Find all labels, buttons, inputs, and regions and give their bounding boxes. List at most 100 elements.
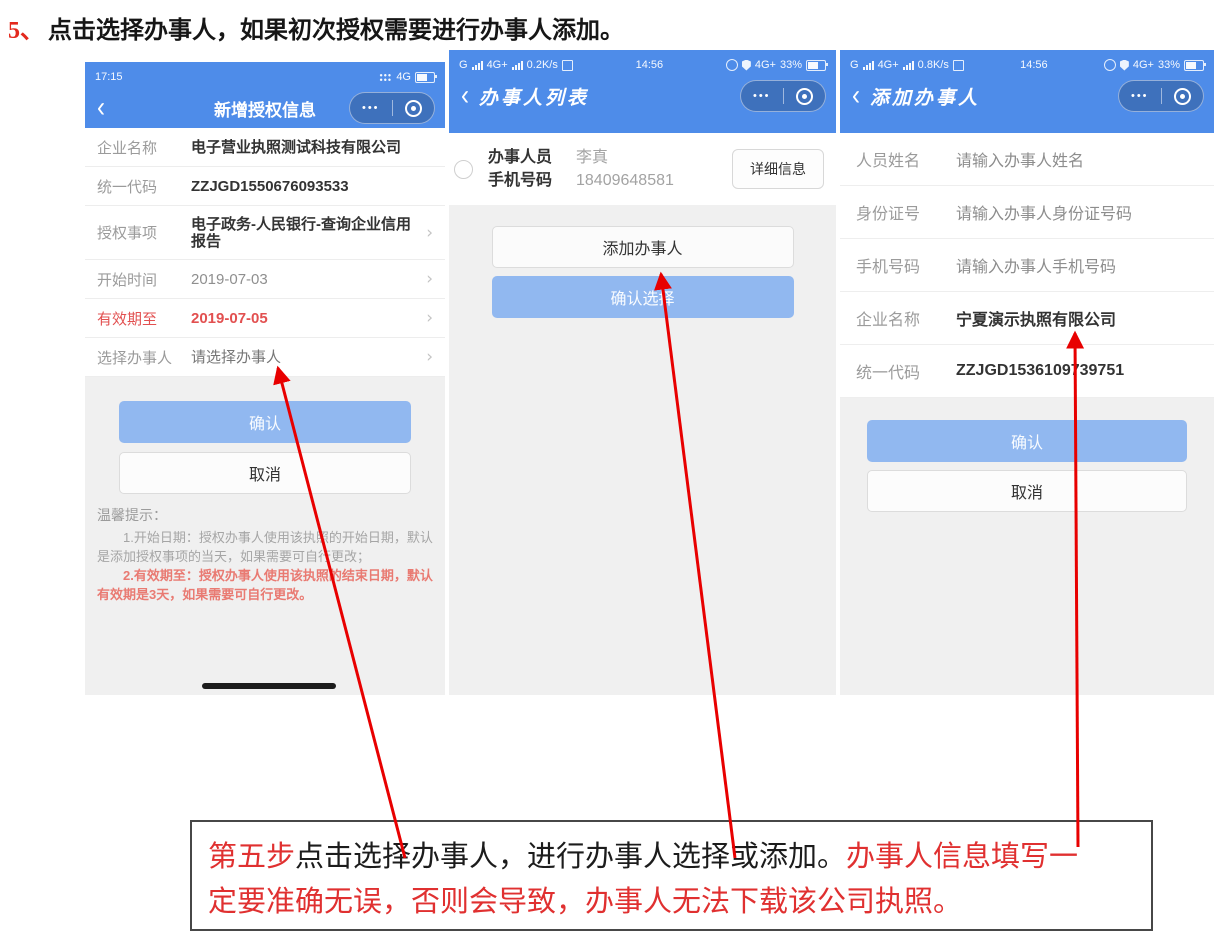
miniprogram-capsule[interactable]: ••• (349, 92, 435, 124)
phone2-time: 14:56 (636, 59, 664, 71)
phone1-header: 17:15 4G ‹ 新增授权信息 ••• (85, 62, 445, 128)
input-row-phone-number[interactable]: 手机号码 请输入办事人手机号码 (840, 239, 1214, 292)
form-row-select-agent[interactable]: 选择办事人 请选择办事人 › (85, 338, 445, 377)
field-label: 选择办事人 (97, 347, 191, 368)
phone2-nav-title: 办事人列表 (479, 83, 589, 110)
field-placeholder: 请输入办事人身份证号码 (956, 200, 1132, 224)
network-speed: 0.8K/s (918, 59, 949, 71)
field-value: 电子政务-人民银行-查询企业信用报告 (191, 216, 420, 250)
phone-screenshot-add-agent: G 4G+ 0.8K/s 14:56 4G+ 33% ‹ 添加办事人 ••• (840, 50, 1214, 695)
field-placeholder: 请输入办事人手机号码 (956, 253, 1116, 277)
network-label: 4G+ (1133, 59, 1154, 71)
signal-bars-icon (472, 61, 483, 70)
input-row-person-name[interactable]: 人员姓名 请输入办事人姓名 (840, 133, 1214, 186)
warm-tips: 温馨提示： 1.开始日期：授权办事人使用该执照的开始日期，默认是添加授权事项的当… (97, 506, 433, 604)
detail-info-button[interactable]: 详细信息 (732, 149, 824, 189)
input-row-id-number[interactable]: 身份证号 请输入办事人身份证号码 (840, 186, 1214, 239)
battery-icon (806, 60, 826, 71)
note-text-red-1: 办事人信息填写一 (846, 841, 1078, 873)
network-label: 4G+ (878, 59, 899, 71)
cancel-button[interactable]: 取消 (119, 452, 411, 494)
confirm-selection-button[interactable]: 确认选择 (492, 276, 794, 318)
exit-target-icon[interactable] (796, 88, 813, 105)
field-value: 2019-07-05 (191, 310, 420, 327)
field-value: 电子营业执照测试科技有限公司 (191, 139, 433, 156)
field-label: 企业名称 (856, 306, 956, 330)
battery-icon (415, 72, 435, 83)
signal-bars-icon (863, 61, 874, 70)
shield-icon (1120, 60, 1129, 71)
field-label: 企业名称 (97, 137, 191, 158)
phone2-status-bar: G 4G+ 0.2K/s 14:56 4G+ 33% (449, 50, 836, 75)
miniprogram-capsule[interactable]: ••• (740, 80, 826, 112)
form-row-start-date[interactable]: 开始时间 2019-07-03 › (85, 260, 445, 299)
chevron-right-icon: › (426, 347, 433, 367)
back-icon[interactable]: ‹ (852, 82, 860, 111)
back-icon[interactable]: ‹ (461, 82, 469, 111)
battery-percent: 33% (780, 59, 802, 71)
agent-phone-value: 18409648581 (576, 169, 674, 192)
network-label: 4G+ (755, 59, 776, 71)
battery-percent: 33% (1158, 59, 1180, 71)
field-label: 开始时间 (97, 269, 191, 290)
field-label: 统一代码 (856, 359, 956, 383)
phone-screenshot-new-authorization: 17:15 4G ‹ 新增授权信息 ••• 企业名称 电子营业执照测试科技有限公… (85, 62, 445, 695)
field-label: 手机号码 (856, 253, 956, 277)
agent-name-label: 办事人员 (488, 146, 576, 169)
step-number: 5、 (8, 18, 44, 44)
phone1-time: 17:15 (95, 71, 123, 83)
field-value: ZZJGD1536109739751 (956, 362, 1124, 380)
network-speed: 0.2K/s (527, 59, 558, 71)
field-value: 2019-07-03 (191, 271, 420, 288)
chevron-right-icon: › (426, 269, 433, 289)
phone3-nav-bar: ‹ 添加办事人 ••• (840, 75, 1214, 117)
form-row-valid-until[interactable]: 有效期至 2019-07-05 › (85, 299, 445, 338)
field-label: 身份证号 (856, 200, 956, 224)
confirm-button[interactable]: 确认 (119, 401, 411, 443)
confirm-button[interactable]: 确认 (867, 420, 1187, 462)
add-agent-button[interactable]: 添加办事人 (492, 226, 794, 268)
row-company-name: 企业名称 宁夏演示执照有限公司 (840, 292, 1214, 345)
phone2-nav-bar: ‹ 办事人列表 ••• (449, 75, 836, 117)
shield-icon (742, 60, 751, 71)
more-icon[interactable]: ••• (350, 94, 392, 122)
phone3-nav-title: 添加办事人 (870, 83, 980, 110)
phone1-nav-bar: ‹ 新增授权信息 ••• (85, 87, 445, 129)
exit-target-icon[interactable] (1174, 88, 1191, 105)
tips-title: 温馨提示： (97, 506, 433, 525)
form-row-company-name: 企业名称 电子营业执照测试科技有限公司 (85, 128, 445, 167)
carrier-label: G (850, 59, 859, 71)
form-row-authorization-item[interactable]: 授权事项 电子政务-人民银行-查询企业信用报告 › (85, 206, 445, 260)
phone-screenshot-agent-list: G 4G+ 0.2K/s 14:56 4G+ 33% ‹ 办事人列表 ••• (449, 50, 836, 695)
tip-line-valid-until: 2.有效期至：授权办事人使用该执照的结束日期，默认有效期是3天，如果需要可自行更… (97, 566, 433, 604)
chevron-right-icon: › (426, 308, 433, 328)
field-label: 统一代码 (97, 176, 191, 197)
instruction-note-box: 第五步点击选择办事人，进行办事人选择或添加。办事人信息填写一 定要准确无误，否则… (190, 820, 1153, 931)
phone3-status-bar: G 4G+ 0.8K/s 14:56 4G+ 33% (840, 50, 1214, 75)
phone3-time: 14:56 (1020, 59, 1048, 71)
signal-bars-icon (903, 61, 914, 70)
home-indicator (202, 683, 336, 689)
agent-list-item[interactable]: 办事人员 李真 手机号码 18409648581 详细信息 (449, 133, 836, 205)
cancel-button[interactable]: 取消 (867, 470, 1187, 512)
step-heading: 5、点击选择办事人，如果初次授权需要进行办事人添加。 (8, 10, 624, 45)
chevron-right-icon: › (426, 223, 433, 243)
row-unified-code: 统一代码 ZZJGD1536109739751 (840, 345, 1214, 398)
tip-line-start-date: 1.开始日期：授权办事人使用该执照的开始日期，默认是添加授权事项的当天，如果需要… (97, 528, 433, 566)
phone2-header: G 4G+ 0.2K/s 14:56 4G+ 33% ‹ 办事人列表 ••• (449, 50, 836, 133)
radio-button[interactable] (454, 160, 473, 179)
field-value: 宁夏演示执照有限公司 (956, 306, 1116, 330)
note-text-black: 点击选择办事人，进行办事人选择或添加。 (295, 841, 846, 873)
phone1-status-bar: 17:15 4G (85, 62, 445, 87)
field-value: ZZJGD1550676093533 (191, 178, 433, 195)
battery-icon (1184, 60, 1204, 71)
info-icon (726, 59, 738, 71)
field-placeholder: 请输入办事人姓名 (956, 147, 1084, 171)
exit-target-icon[interactable] (405, 100, 422, 117)
phone1-network-label: 4G (396, 71, 411, 83)
phone3-header: G 4G+ 0.8K/s 14:56 4G+ 33% ‹ 添加办事人 ••• (840, 50, 1214, 133)
more-icon[interactable]: ••• (741, 82, 783, 110)
more-icon[interactable]: ••• (1119, 82, 1161, 110)
note-step-label: 第五步 (208, 841, 295, 873)
miniprogram-capsule[interactable]: ••• (1118, 80, 1204, 112)
